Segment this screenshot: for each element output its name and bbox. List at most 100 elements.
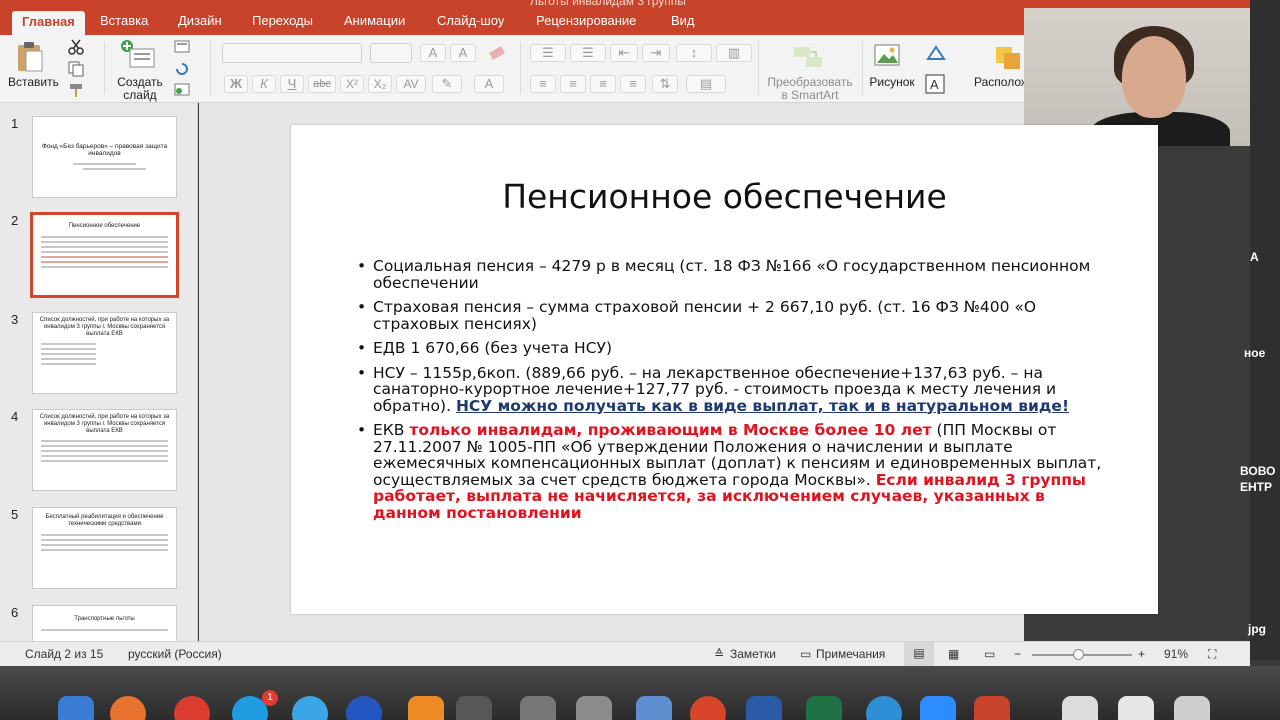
app-icon[interactable] [690,696,726,720]
subscript-button[interactable]: X₂ [368,75,392,93]
text-effects-button[interactable]: AV [396,75,426,93]
normal-view-button[interactable]: ▤ [904,642,934,666]
notes-button[interactable]: Заметки [730,647,776,661]
decrease-indent-button[interactable]: ⇤ [610,44,638,62]
notes-icon[interactable]: ≙ [714,647,724,661]
thumbnail-line [41,440,168,442]
format-painter-icon[interactable] [68,82,84,98]
tab-slideshow[interactable]: Слайд-шоу [437,13,504,28]
desktop-label: А [1250,250,1259,264]
desktop-label: ное [1244,346,1266,360]
copy-icon[interactable] [68,61,84,77]
font-family-select[interactable] [222,43,362,63]
slide-thumbnails-pane[interactable]: 1 Фонд «Без барьеров» – правовая защита … [0,103,198,641]
align-right-button[interactable]: ≡ [590,75,616,93]
shapes-icon[interactable] [924,43,950,65]
slide-thumbnail-1[interactable]: Фонд «Без барьеров» – правовая защита ин… [32,116,177,198]
thumbnail-title: Транспортные льготы [74,616,135,622]
photos-icon[interactable] [636,696,672,720]
font-size-select[interactable] [370,43,412,63]
messages-icon[interactable] [292,696,328,720]
excel-icon[interactable] [806,696,842,720]
slide-body[interactable]: Социальная пенсия – 4279 р в месяц (ст. … [357,258,1103,529]
zoom-slider-thumb[interactable] [1073,649,1084,660]
increase-font-button[interactable]: A [420,44,446,62]
tab-design[interactable]: Дизайн [178,13,222,28]
slide-counter: Слайд 2 из 15 [25,647,104,661]
bold-button[interactable]: Ж [224,75,248,93]
gimp-icon[interactable] [456,696,492,720]
slide-thumbnail-6[interactable]: Транспортные льготы [32,605,177,641]
italic-button[interactable]: К [252,75,276,93]
slide-editor-canvas[interactable]: Пенсионное обеспечение Социальная пенсия… [199,103,1158,641]
align-text-button[interactable]: ▤ [686,75,726,93]
reading-view-button[interactable]: ▭ [984,647,995,661]
line-spacing-button[interactable]: ↕ [676,44,712,62]
preview-icon[interactable] [576,696,612,720]
current-slide[interactable]: Пенсионное обеспечение Социальная пенсия… [291,125,1158,614]
tab-review[interactable]: Рецензирование [536,13,636,28]
superscript-button[interactable]: X² [340,75,364,93]
font-color-button[interactable]: A [474,75,504,93]
bullets-button[interactable]: ☰ [530,44,566,62]
align-left-button[interactable]: ≡ [530,75,556,93]
zoom-icon[interactable] [920,696,956,720]
slide-thumbnail-4[interactable]: Список должностей, при работе на которых… [32,409,177,491]
slide-thumbnail-5[interactable]: Бесплатный реабилитация и обеспечение те… [32,507,177,589]
reset-icon[interactable] [174,61,198,77]
fit-to-window-icon[interactable]: ⛶ [1208,647,1216,662]
app-icon[interactable] [520,696,556,720]
align-center-button[interactable]: ≡ [560,75,586,93]
layout-icon[interactable] [174,39,198,55]
underline-button[interactable]: Ч [280,75,304,93]
firefox-icon[interactable] [110,696,146,720]
document-icon[interactable] [1062,696,1098,720]
slide-title[interactable]: Пенсионное обеспечение [291,177,1158,216]
slide-thumbnail-3[interactable]: Список должностей, при работе на которых… [32,312,177,394]
justify-button[interactable]: ≡ [620,75,646,93]
vlc-icon[interactable] [408,696,444,720]
tab-animations[interactable]: Анимации [344,13,405,28]
text-direction-button[interactable]: ⇅ [652,75,678,93]
smartart-icon[interactable] [792,43,826,71]
highlight-button[interactable]: ✎ [432,75,462,93]
comments-icon[interactable]: ▭ [800,647,811,661]
thumbnail-number: 2 [11,213,19,228]
tab-home[interactable]: Главная [12,11,85,35]
tab-view[interactable]: Вид [671,13,695,28]
slide-sorter-button[interactable]: ▦ [948,647,959,661]
numbering-button[interactable]: ☰ [570,44,606,62]
comments-button[interactable]: Примечания [816,647,885,661]
thumbnail-title: Фонд «Без барьеров» – правовая защита ин… [41,143,168,157]
zoom-out-button[interactable]: − [1014,647,1021,661]
bullet-ekv: ЕКВ только инвалидам, проживающим в Моск… [357,422,1103,521]
language-indicator[interactable]: русский (Россия) [128,647,222,661]
window-title: Льготы инвалидам 3 группы [530,0,686,8]
picture-icon[interactable] [874,43,902,69]
powerpoint-icon[interactable] [974,696,1010,720]
increase-indent-button[interactable]: ⇥ [642,44,670,62]
thumbnail-line [83,168,146,170]
clear-format-icon[interactable] [486,43,508,63]
textbox-icon[interactable]: A [924,73,946,95]
section-icon[interactable] [174,82,198,98]
slide-thumbnail-2[interactable]: Пенсионное обеспечение [30,212,179,298]
thumbnail-number: 5 [11,507,19,522]
word-icon[interactable] [746,696,782,720]
finder-icon[interactable] [58,696,94,720]
bullet-text: ЕДВ 1 670,66 (без учета НСУ) [373,339,613,357]
chrome-icon[interactable] [174,696,210,720]
headphones-icon[interactable] [346,696,382,720]
scissors-icon[interactable] [68,39,84,55]
document-icon[interactable] [1174,696,1210,720]
onedrive-icon[interactable] [866,696,902,720]
decrease-font-button[interactable]: A [450,44,476,62]
zoom-level[interactable]: 91% [1164,647,1188,661]
zoom-in-button[interactable]: + [1138,647,1145,661]
strikethrough-button[interactable]: abc [308,75,336,93]
tab-insert[interactable]: Вставка [100,13,148,28]
tab-transitions[interactable]: Переходы [252,13,313,28]
arrange-icon[interactable] [994,43,1024,71]
document-icon[interactable] [1118,696,1154,720]
columns-button[interactable]: ▥ [716,44,752,62]
